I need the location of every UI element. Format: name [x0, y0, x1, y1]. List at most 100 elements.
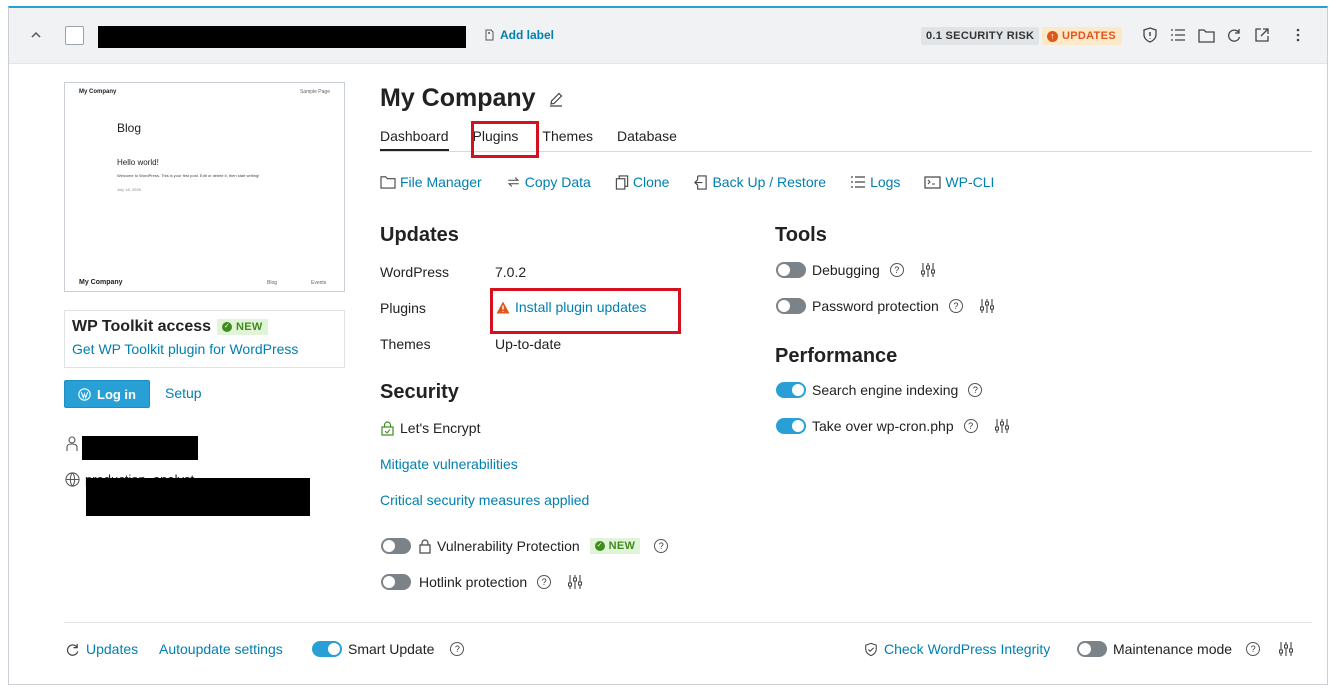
- themes-status: Up-to-date: [495, 336, 562, 352]
- edit-pencil-icon[interactable]: [548, 91, 564, 107]
- wordpress-label: WordPress: [380, 264, 449, 280]
- wordpress-version: 7.0.2: [495, 264, 527, 280]
- user-icon: [66, 436, 78, 451]
- check-integrity-link[interactable]: Check WordPress Integrity: [864, 641, 1050, 657]
- site-actions-bar: File Manager Copy Data Clone Back Up / R…: [380, 174, 994, 190]
- password-protection-toggle[interactable]: [776, 298, 806, 314]
- vulnerability-protection-toggle[interactable]: [381, 538, 411, 554]
- help-icon[interactable]: ?: [948, 299, 963, 313]
- open-external-icon[interactable]: [1253, 26, 1271, 44]
- tab-themes[interactable]: Themes: [542, 128, 593, 151]
- help-icon[interactable]: ?: [450, 642, 465, 656]
- logs-link[interactable]: Logs: [850, 174, 900, 190]
- redacted-username: [82, 436, 198, 460]
- copy-sync-icon: [507, 177, 519, 187]
- wp-cli-link[interactable]: WP-CLI: [924, 174, 994, 190]
- security-risk-badge[interactable]: 0.1 SECURITY RISK: [921, 27, 1040, 45]
- lock-secure-icon: [381, 420, 394, 436]
- plugins-label: Plugins: [380, 300, 426, 316]
- footer-divider: [64, 622, 1312, 623]
- arrow-up-icon: ↑: [1047, 30, 1058, 42]
- wp-cron-row: Take over wp-cron.php ?: [776, 418, 1010, 434]
- highlight-plugins-tab: [471, 121, 539, 158]
- site-screenshot-thumbnail[interactable]: My Company Sample Page Blog Hello world!…: [64, 82, 345, 292]
- thumb-footer-events: Events: [311, 280, 327, 286]
- updates-section-title: Updates: [380, 224, 459, 246]
- chevron-up-icon[interactable]: [29, 28, 43, 42]
- hotlink-protection-row: Hotlink protection ?: [381, 574, 583, 590]
- new-badge: ✓ NEW: [589, 538, 641, 554]
- more-vertical-icon[interactable]: [1289, 26, 1307, 44]
- shield-check-icon: [865, 642, 877, 656]
- shield-icon[interactable]: [1141, 26, 1159, 44]
- help-icon[interactable]: ?: [968, 383, 983, 397]
- mitigate-vulnerabilities-link[interactable]: Mitigate vulnerabilities: [380, 456, 518, 472]
- terminal-icon: [924, 175, 942, 189]
- add-label-link[interactable]: Add label: [484, 28, 554, 42]
- settings-sliders-icon[interactable]: [920, 262, 936, 278]
- check-icon: ✓: [222, 322, 233, 332]
- help-icon[interactable]: ?: [889, 263, 904, 277]
- list-icon[interactable]: [1169, 26, 1187, 44]
- header-icon-toolbar: [1141, 26, 1307, 44]
- smart-update-row: Smart Update ?: [312, 641, 465, 657]
- thumb-footer-blog: Blog: [267, 280, 278, 286]
- security-section-title: Security: [380, 381, 459, 403]
- wp-toolkit-access-box: WP Toolkit access ✓ NEW Get WP Toolkit pl…: [64, 310, 345, 368]
- footer-updates-link[interactable]: Updates: [65, 641, 138, 657]
- settings-sliders-icon[interactable]: [979, 298, 995, 314]
- folder-icon[interactable]: [1197, 26, 1215, 44]
- thumb-site-name: My Company: [79, 89, 117, 95]
- autoupdate-settings-link[interactable]: Autoupdate settings: [159, 641, 283, 657]
- help-icon[interactable]: ?: [537, 575, 552, 589]
- updates-badge[interactable]: ↑ UPDATES: [1042, 27, 1122, 45]
- hotlink-protection-toggle[interactable]: [381, 574, 411, 590]
- password-protection-row: Password protection ?: [776, 298, 995, 314]
- file-manager-link[interactable]: File Manager: [380, 174, 482, 190]
- help-icon[interactable]: ?: [1246, 642, 1261, 656]
- refresh-icon: [66, 643, 79, 656]
- card-header: Add label 0.1 SECURITY RISK ↑ UPDATES: [9, 8, 1327, 64]
- search-indexing-row: Search engine indexing ?: [776, 382, 983, 398]
- thumb-post-date: July 18, 2026: [117, 187, 141, 192]
- tab-database[interactable]: Database: [617, 128, 677, 151]
- wp-toolkit-title: WP Toolkit access: [72, 318, 212, 335]
- new-badge: ✓ NEW: [217, 319, 268, 335]
- wp-toolkit-title-row: WP Toolkit access ✓ NEW: [72, 318, 337, 336]
- debugging-row: Debugging ?: [776, 262, 936, 278]
- settings-sliders-icon[interactable]: [994, 418, 1010, 434]
- select-checkbox[interactable]: [65, 26, 84, 45]
- help-icon[interactable]: ?: [963, 419, 978, 433]
- wp-cron-toggle[interactable]: [776, 418, 806, 434]
- clone-link[interactable]: Clone: [615, 174, 669, 190]
- tag-icon: [485, 29, 494, 41]
- search-indexing-toggle[interactable]: [776, 382, 806, 398]
- refresh-icon[interactable]: [1225, 26, 1243, 44]
- ssl-row: Let's Encrypt: [381, 420, 481, 436]
- site-title: My Company: [380, 84, 564, 113]
- smart-update-toggle[interactable]: [312, 641, 342, 657]
- redacted-site-url: [98, 26, 466, 48]
- tab-dashboard[interactable]: Dashboard: [380, 128, 449, 151]
- backup-restore-icon: [694, 174, 708, 190]
- redacted-domain: [86, 478, 310, 516]
- setup-link[interactable]: Setup: [165, 385, 202, 401]
- thumb-footer-site: My Company: [79, 279, 123, 286]
- backup-restore-link[interactable]: Back Up / Restore: [693, 174, 826, 190]
- wordpress-icon: [78, 387, 91, 401]
- tools-section-title: Tools: [775, 224, 827, 246]
- help-icon[interactable]: ?: [654, 539, 669, 553]
- get-wp-toolkit-link[interactable]: Get WP Toolkit plugin for WordPress: [72, 341, 337, 357]
- settings-sliders-icon[interactable]: [1278, 641, 1294, 657]
- folder-icon: [380, 176, 396, 189]
- settings-sliders-icon[interactable]: [567, 574, 583, 590]
- copy-data-link[interactable]: Copy Data: [506, 174, 591, 190]
- globe-icon: [65, 472, 80, 487]
- thumb-nav: Sample Page: [299, 89, 330, 95]
- clone-icon: [615, 174, 629, 190]
- log-in-button[interactable]: Log in: [64, 380, 150, 408]
- themes-label: Themes: [380, 336, 431, 352]
- critical-security-link[interactable]: Critical security measures applied: [380, 492, 589, 508]
- debugging-toggle[interactable]: [776, 262, 806, 278]
- maintenance-mode-toggle[interactable]: [1077, 641, 1107, 657]
